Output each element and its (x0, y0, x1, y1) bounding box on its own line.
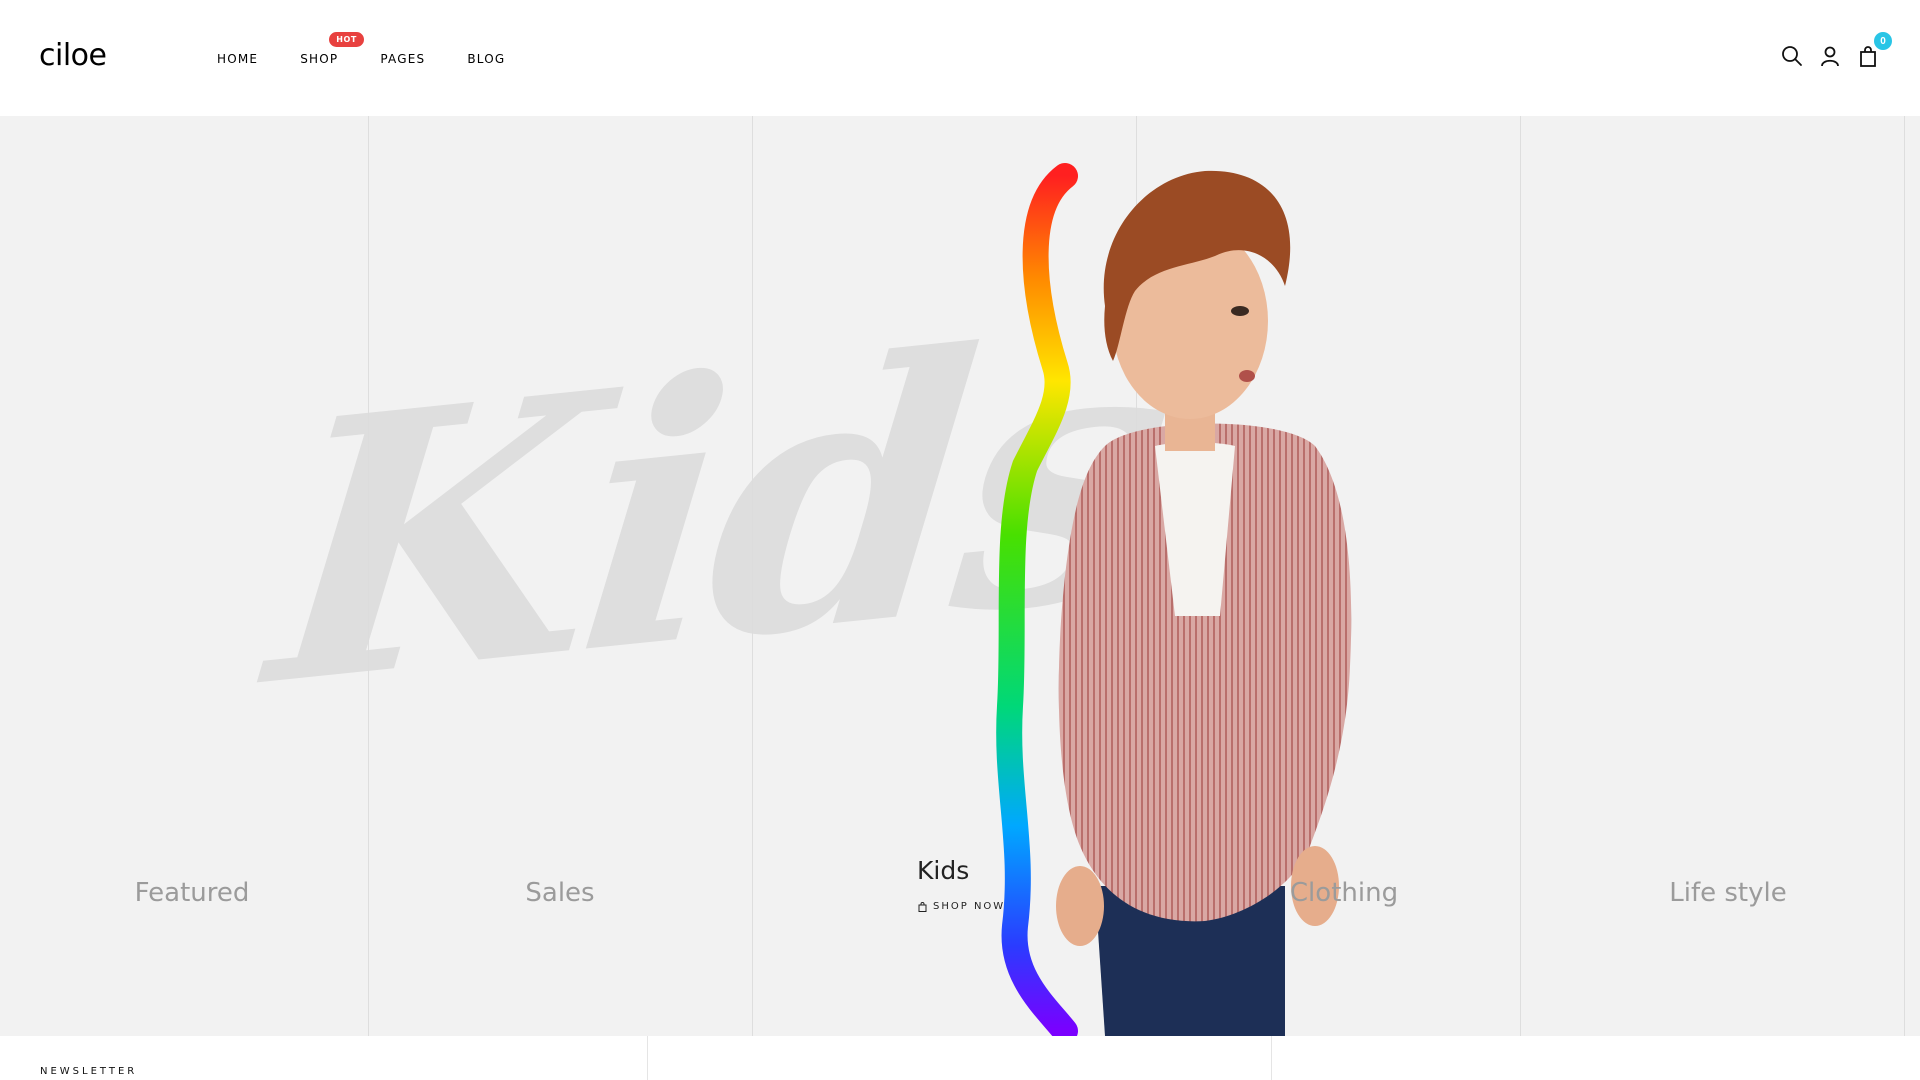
column-title-lifestyle[interactable]: Life style (1536, 878, 1920, 908)
site-header: ciloe HOME SHOP HOT PAGES BLOG 0 (0, 0, 1920, 116)
nav-home[interactable]: HOME (217, 52, 258, 66)
cart-count-badge: 0 (1874, 32, 1892, 50)
site-logo[interactable]: ciloe (39, 38, 107, 73)
column-title-clothing[interactable]: Clothing (1152, 878, 1536, 908)
hot-badge: HOT (329, 32, 364, 47)
user-icon[interactable] (1818, 44, 1842, 68)
nav-shop[interactable]: SHOP HOT (300, 32, 364, 66)
footer-divider (647, 1036, 648, 1080)
shopping-bag-icon[interactable]: 0 (1856, 32, 1892, 68)
shop-now-link[interactable]: SHOP NOW (918, 901, 1005, 912)
footer-divider (1271, 1036, 1272, 1080)
nav-pages[interactable]: PAGES (380, 52, 425, 66)
nav-blog-label: BLOG (467, 52, 506, 66)
search-icon[interactable] (1780, 44, 1804, 68)
newsletter-heading: NEWSLETTER (40, 1066, 138, 1077)
column-title-featured[interactable]: Featured (0, 878, 384, 908)
footer-strip: NEWSLETTER (0, 1036, 1920, 1080)
main-nav: HOME SHOP HOT PAGES BLOG (217, 32, 547, 66)
bag-icon (918, 901, 927, 912)
nav-pages-label: PAGES (380, 52, 426, 66)
header-actions: 0 (1766, 32, 1892, 68)
category-hero: Kids Featured Sales Clothing Life style … (0, 116, 1920, 1036)
nav-home-label: HOME (217, 52, 259, 66)
shop-now-label: SHOP NOW (933, 901, 1006, 912)
nav-blog[interactable]: BLOG (467, 52, 505, 66)
column-title-kids[interactable]: Kids (917, 856, 969, 885)
column-title-sales[interactable]: Sales (368, 878, 752, 908)
nav-shop-label: SHOP (300, 52, 339, 66)
